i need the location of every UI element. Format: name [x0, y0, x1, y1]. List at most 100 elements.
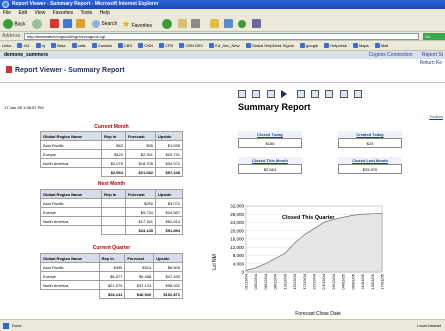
home-button[interactable]	[76, 19, 85, 30]
menu-view[interactable]: View	[34, 10, 45, 16]
link-item[interactable]: Ed_Sec_New	[209, 43, 240, 49]
link-item[interactable]: Beta	[51, 43, 65, 49]
kpi-label[interactable]: Closed This Month	[238, 157, 302, 165]
link-item[interactable]: Canada	[91, 43, 112, 49]
menu-edit[interactable]: Edit	[18, 10, 27, 16]
run-icon[interactable]	[281, 90, 288, 98]
link-icon	[51, 43, 57, 49]
page-icon	[3, 322, 9, 329]
x-tick-label: 06/01/05	[350, 273, 355, 289]
mail-button[interactable]	[178, 19, 187, 30]
col-header: Rep In	[101, 189, 126, 199]
table-row: Europe $5,734 $24,567	[39, 207, 183, 217]
value-cell: $62,614	[155, 216, 183, 226]
link-item[interactable]: CBN DEV	[179, 43, 203, 49]
link-item[interactable]: CNN	[138, 43, 153, 49]
edit-button[interactable]	[210, 19, 219, 30]
keep-link[interactable]: Ke	[436, 60, 442, 66]
x-tick-label: 22/12/04	[312, 273, 317, 289]
value-cell: $34,972	[155, 158, 183, 168]
menu-bar: File Edit View Favorites Tools Help	[0, 9, 445, 17]
chart-y-label: Lcl NM	[212, 254, 218, 270]
report-timestamp: 17-Jan-05 1:08:57 PM	[4, 105, 44, 110]
kpi-label[interactable]: Closed Last Month	[338, 157, 402, 165]
history-button[interactable]	[162, 19, 172, 30]
grid-icon[interactable]	[266, 90, 275, 98]
pdf-icon[interactable]	[296, 90, 305, 98]
link-item[interactable]: Helpdesk	[324, 43, 347, 49]
region-cell: Europe	[40, 271, 100, 281]
link-item[interactable]: google	[300, 43, 318, 49]
link-item[interactable]: ej	[35, 43, 45, 49]
table-total-row: $28,141 $46,926 $152,871	[40, 289, 183, 299]
csv-icon[interactable]	[354, 90, 363, 98]
search-button[interactable]: Search	[92, 19, 117, 30]
x-tick-label: 13/01/05	[370, 273, 375, 289]
kpi-label[interactable]: Created Today	[338, 131, 402, 139]
value-cell: $17,161	[124, 216, 157, 226]
menu-tools[interactable]: Tools	[80, 10, 92, 16]
link-icon	[17, 43, 23, 49]
col-header: Forecast	[124, 253, 155, 263]
email-report-icon[interactable]	[252, 90, 261, 98]
region-cell: North America	[40, 280, 100, 290]
total-cell: $57,248	[155, 167, 183, 177]
print-button[interactable]	[191, 19, 200, 30]
messenger-button[interactable]	[238, 19, 246, 30]
link-item[interactable]: CFN	[159, 43, 173, 49]
value-cell: $2,941	[124, 149, 157, 159]
back-button[interactable]: Back	[3, 19, 26, 30]
menu-help[interactable]: Help	[100, 10, 110, 16]
stop-icon	[50, 19, 59, 29]
discuss-button[interactable]	[224, 19, 233, 30]
toolbox-link[interactable]: Toolbox	[429, 114, 443, 119]
window-title: Report Viewer - Summary Report - Microso…	[12, 1, 159, 7]
table-row: North America $17,161 $62,614	[39, 216, 183, 226]
value-cell: $2,079	[101, 158, 126, 168]
link-icon	[300, 43, 306, 49]
y-tick-label: 8,000	[233, 253, 245, 258]
x-tick-label: 13/12/04	[282, 273, 287, 289]
link-item[interactable]: Mail	[374, 43, 388, 49]
xml-icon[interactable]	[325, 90, 334, 98]
return-link[interactable]: Return	[419, 60, 434, 66]
menu-favorites[interactable]: Favorites	[53, 10, 74, 16]
region-cell: Asia Pacific	[39, 198, 103, 208]
cognos-connection-link[interactable]: Cognos Connection	[369, 52, 413, 58]
refresh-button[interactable]	[63, 19, 72, 30]
link-item[interactable]: Global HelpDesk Signin	[245, 43, 294, 49]
link-item[interactable]: 411	[17, 43, 30, 49]
report-viewer-header: Report Viewer - Summary Report Return Ke	[0, 59, 445, 83]
link-item[interactable]: Maps	[353, 43, 369, 49]
region-cell: Asia Pacific	[39, 140, 103, 150]
chart-x-label: Forecast Close Date	[295, 311, 341, 317]
save-report-icon[interactable]	[238, 90, 246, 98]
back-arrow-icon	[3, 19, 13, 29]
kpi-value: $24	[338, 139, 402, 148]
report-studio-link[interactable]: Report St	[422, 52, 443, 58]
forward-button[interactable]	[32, 19, 42, 30]
y-tick-label: 32,000	[230, 204, 244, 209]
go-button[interactable]: Go	[423, 33, 445, 40]
menu-file[interactable]: File	[3, 10, 11, 16]
total-cell: $21,682	[124, 167, 157, 177]
excel-icon[interactable]	[339, 90, 348, 98]
viewer-title: Report Viewer - Summary Report	[6, 66, 125, 74]
discuss-icon	[224, 19, 233, 29]
favorites-button[interactable]: ★ Favorites	[122, 19, 152, 30]
value-cell: $495	[98, 262, 126, 272]
research-button[interactable]	[252, 19, 261, 30]
y-tick-label: 16,000	[230, 237, 244, 242]
report-action-icons	[238, 90, 367, 100]
forward-arrow-icon	[32, 19, 42, 29]
link-item[interactable]: CBS	[117, 43, 132, 49]
table-header-row: Global Region Name Rep In Forecast Upsid…	[39, 131, 183, 141]
html-icon[interactable]	[310, 90, 319, 98]
address-input[interactable]: http://bestmatch/cognos8/cgi-bin/cognos.…	[24, 33, 419, 40]
link-item[interactable]: calls	[71, 43, 86, 49]
kpi-label[interactable]: Closed Today	[238, 131, 302, 139]
table-header-row: Global Region Name Rep In Forecast Upsid…	[39, 189, 183, 199]
value-cell: $5,734	[124, 207, 157, 217]
col-header: Global Region Name	[39, 189, 103, 199]
stop-button[interactable]	[50, 19, 59, 30]
